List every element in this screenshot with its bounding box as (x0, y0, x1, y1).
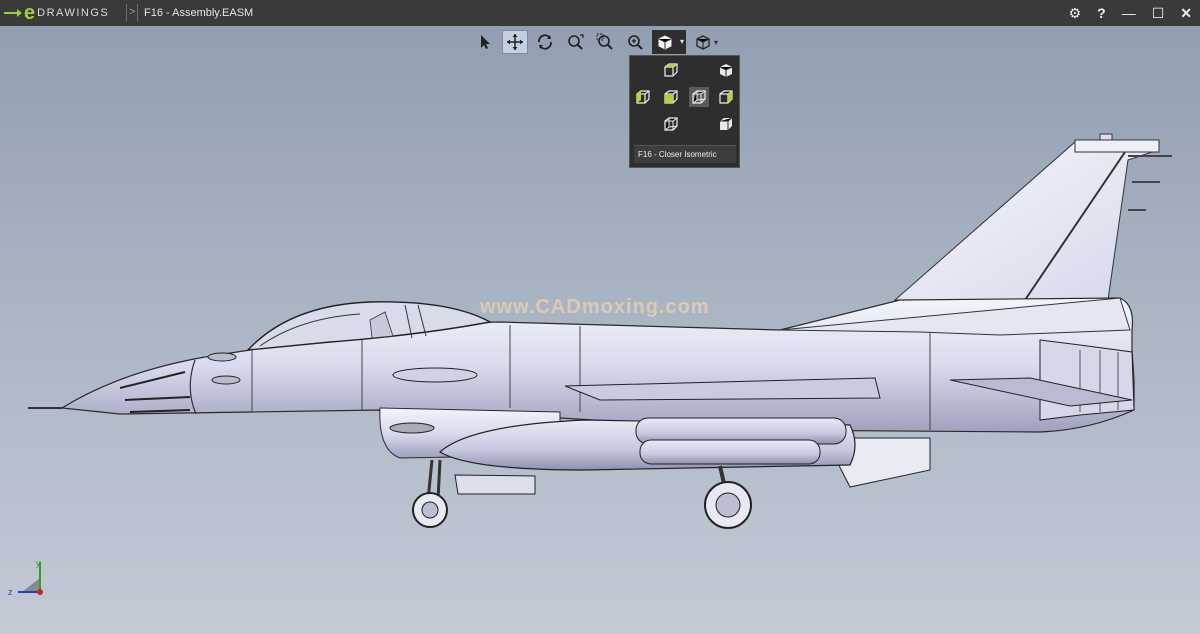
triad-y-label: y (36, 558, 41, 568)
main-wheel-hub (715, 492, 741, 518)
tail-cap (1074, 139, 1160, 153)
antenna-marks (1128, 155, 1172, 211)
triad-z-label: z (8, 587, 13, 597)
nose-wheel-hub (421, 501, 439, 519)
axis-triad: y z (6, 558, 46, 602)
vertical-tail (893, 141, 1159, 301)
gun-port (392, 367, 478, 383)
gear-door (454, 474, 536, 495)
static-port (211, 375, 241, 385)
watermark: www.CADmoxing.com (480, 296, 710, 318)
tail-light (1099, 133, 1113, 141)
engine-nozzle (1039, 339, 1135, 421)
intake-vent (389, 422, 435, 434)
ordnance-lower (639, 439, 821, 465)
aoa-sensor (207, 352, 237, 362)
